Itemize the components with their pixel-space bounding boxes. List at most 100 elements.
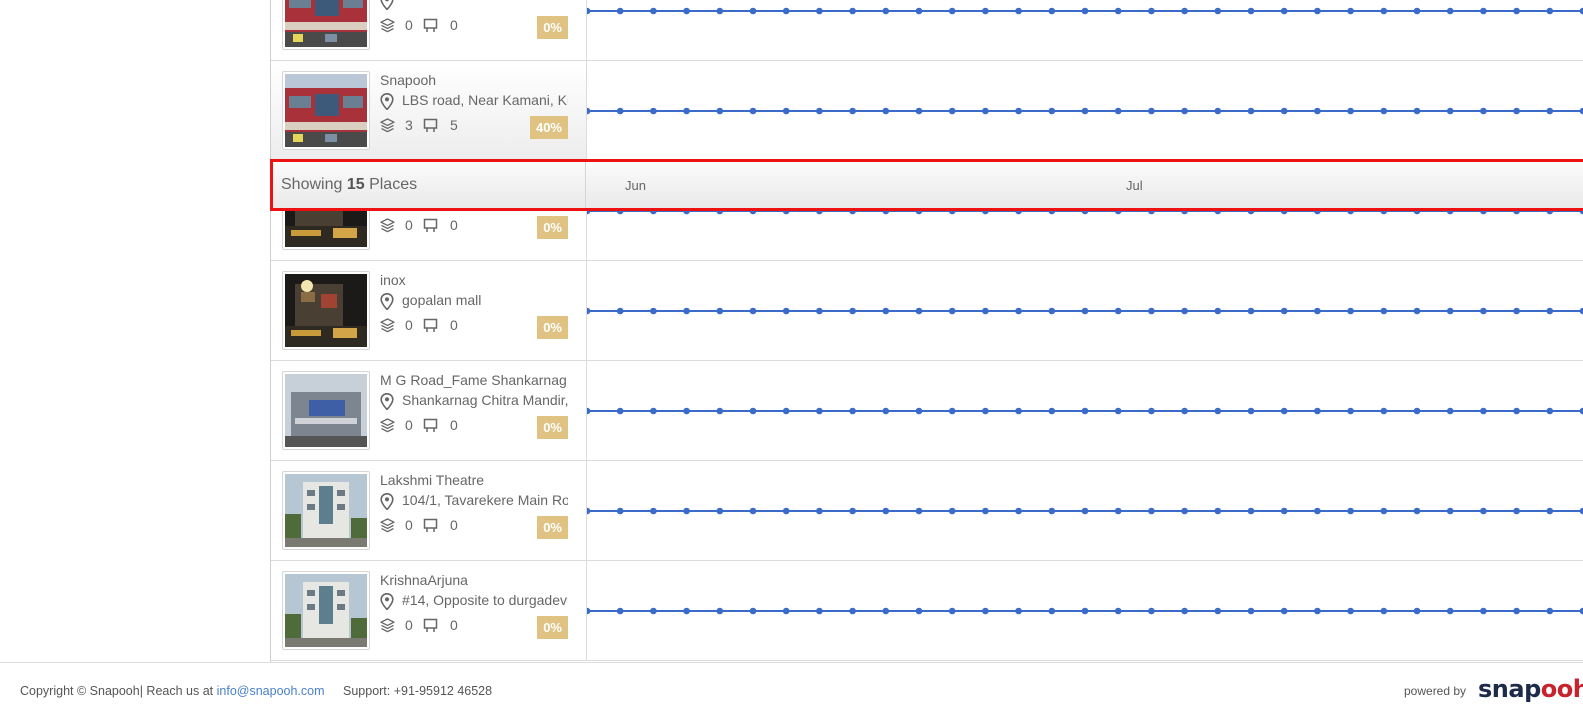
- timeline-day-dot[interactable]: [1181, 7, 1188, 15]
- place-photo[interactable]: [282, 571, 370, 650]
- timeline-day-dot[interactable]: [1181, 307, 1188, 315]
- timeline-day-dot[interactable]: [948, 307, 956, 315]
- timeline-day-dot[interactable]: [1114, 607, 1122, 615]
- timeline-day-dot[interactable]: [782, 307, 790, 315]
- timeline-day-dot[interactable]: [849, 507, 856, 515]
- timeline-day-dot[interactable]: [816, 7, 823, 15]
- timeline-day-dot[interactable]: [1247, 507, 1255, 515]
- timeline-day-dot[interactable]: [716, 407, 724, 415]
- timeline-day-dot[interactable]: [650, 407, 657, 415]
- timeline-day-dot[interactable]: [749, 607, 757, 615]
- timeline-day-dot[interactable]: [1280, 607, 1288, 615]
- timeline-day-dot[interactable]: [1015, 7, 1022, 15]
- place-row[interactable]: M G Road_Fame Shankarnag Shankarnag Chit…: [271, 361, 1583, 461]
- timeline-day-dot[interactable]: [749, 507, 757, 515]
- timeline-day-dot[interactable]: [1546, 407, 1554, 415]
- snapooh-logo[interactable]: snapooh: [1478, 675, 1583, 703]
- timeline-day-dot[interactable]: [1048, 507, 1056, 515]
- place-row[interactable]: Snapooh LBS road, Near Kamani, Kurla 3 5…: [271, 61, 1583, 161]
- timeline-day-dot[interactable]: [1247, 7, 1255, 15]
- timeline-day-dot[interactable]: [882, 307, 890, 315]
- timeline-day-dot[interactable]: [683, 7, 690, 15]
- timeline-day-dot[interactable]: [948, 607, 956, 615]
- timeline-day-dot[interactable]: [749, 7, 757, 15]
- timeline-day-dot[interactable]: [1314, 107, 1321, 115]
- timeline-day-dot[interactable]: [1347, 107, 1354, 115]
- timeline-day-dot[interactable]: [1480, 607, 1487, 615]
- timeline-day-dot[interactable]: [1546, 107, 1554, 115]
- timeline-day-dot[interactable]: [1546, 307, 1554, 315]
- timeline-day-dot[interactable]: [1148, 7, 1155, 15]
- timeline-day-dot[interactable]: [1413, 607, 1421, 615]
- timeline-day-dot[interactable]: [1480, 307, 1487, 315]
- timeline-day-dot[interactable]: [650, 7, 657, 15]
- timeline-day-dot[interactable]: [982, 507, 989, 515]
- timeline-day-dot[interactable]: [1347, 607, 1354, 615]
- timeline-day-dot[interactable]: [1314, 607, 1321, 615]
- timeline-day-dot[interactable]: [1048, 7, 1056, 15]
- timeline-day-dot[interactable]: [650, 607, 657, 615]
- timeline-day-dot[interactable]: [782, 507, 790, 515]
- timeline-day-dot[interactable]: [650, 507, 657, 515]
- timeline-day-dot[interactable]: [1314, 7, 1321, 15]
- timeline-day-dot[interactable]: [1446, 407, 1454, 415]
- timeline-day-dot[interactable]: [616, 407, 624, 415]
- timeline-day-dot[interactable]: [1480, 7, 1487, 15]
- timeline-day-dot[interactable]: [1214, 307, 1222, 315]
- timeline-day-dot[interactable]: [1081, 107, 1089, 115]
- timeline-day-dot[interactable]: [1413, 407, 1421, 415]
- timeline-day-dot[interactable]: [587, 507, 591, 515]
- timeline-day-dot[interactable]: [716, 507, 724, 515]
- timeline-day-dot[interactable]: [948, 407, 956, 415]
- contact-email-link[interactable]: info@snapooh.com: [217, 684, 325, 698]
- timeline-day-dot[interactable]: [782, 107, 790, 115]
- timeline-day-dot[interactable]: [683, 507, 690, 515]
- timeline-day-dot[interactable]: [1280, 7, 1288, 15]
- place-row[interactable]: inox gopalan mall 0 0 0%: [271, 261, 1583, 361]
- timeline-day-dot[interactable]: [882, 507, 890, 515]
- timeline-day-dot[interactable]: [1280, 307, 1288, 315]
- timeline-day-dot[interactable]: [1480, 407, 1487, 415]
- timeline-day-dot[interactable]: [1114, 307, 1122, 315]
- timeline-day-dot[interactable]: [782, 607, 790, 615]
- timeline-day-dot[interactable]: [1380, 607, 1388, 615]
- timeline-day-dot[interactable]: [716, 307, 724, 315]
- timeline-day-dot[interactable]: [1247, 307, 1255, 315]
- timeline-day-dot[interactable]: [1546, 607, 1554, 615]
- timeline-day-dot[interactable]: [1314, 407, 1321, 415]
- timeline-day-dot[interactable]: [915, 507, 923, 515]
- timeline-day-dot[interactable]: [782, 7, 790, 15]
- timeline-day-dot[interactable]: [1347, 507, 1354, 515]
- timeline-day-dot[interactable]: [1546, 7, 1554, 15]
- timeline-day-dot[interactable]: [1513, 307, 1520, 315]
- timeline-day-dot[interactable]: [1380, 107, 1388, 115]
- timeline-day-dot[interactable]: [849, 407, 856, 415]
- timeline-day-dot[interactable]: [716, 107, 724, 115]
- timeline-day-dot[interactable]: [1214, 607, 1222, 615]
- timeline-day-dot[interactable]: [849, 307, 856, 315]
- timeline-day-dot[interactable]: [1081, 607, 1089, 615]
- place-name[interactable]: Snapooh: [380, 72, 436, 88]
- timeline-day-dot[interactable]: [1015, 107, 1022, 115]
- place-name[interactable]: M G Road_Fame Shankarnag: [380, 372, 567, 388]
- timeline-day-dot[interactable]: [616, 107, 624, 115]
- timeline-day-dot[interactable]: [816, 407, 823, 415]
- timeline-day-dot[interactable]: [1148, 407, 1155, 415]
- timeline-day-dot[interactable]: [1214, 107, 1222, 115]
- timeline-day-dot[interactable]: [587, 607, 591, 615]
- place-name[interactable]: inox: [380, 272, 406, 288]
- timeline-day-dot[interactable]: [915, 607, 923, 615]
- timeline-day-dot[interactable]: [948, 107, 956, 115]
- timeline-day-dot[interactable]: [616, 607, 624, 615]
- timeline-day-dot[interactable]: [915, 7, 923, 15]
- timeline-day-dot[interactable]: [1380, 7, 1388, 15]
- timeline-day-dot[interactable]: [1446, 307, 1454, 315]
- timeline-day-dot[interactable]: [1314, 307, 1321, 315]
- timeline-day-dot[interactable]: [616, 7, 624, 15]
- timeline-day-dot[interactable]: [1148, 607, 1155, 615]
- timeline-day-dot[interactable]: [1380, 507, 1388, 515]
- timeline-day-dot[interactable]: [683, 107, 690, 115]
- timeline-day-dot[interactable]: [1081, 307, 1089, 315]
- timeline-day-dot[interactable]: [1181, 507, 1188, 515]
- timeline-day-dot[interactable]: [849, 107, 856, 115]
